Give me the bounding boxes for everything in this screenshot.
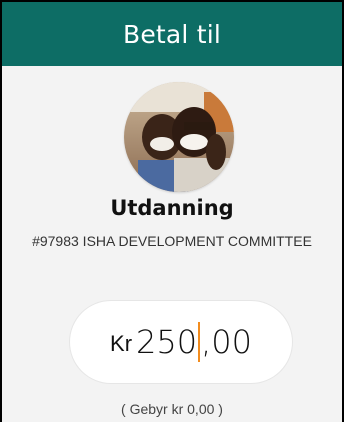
currency-label: Kr xyxy=(110,331,133,356)
recipient-id: #97983 ISHA DEVELOPMENT COMMITTEE xyxy=(32,233,312,249)
fee-text: ( Gebyr kr 0,00 ) xyxy=(121,401,223,417)
header-bar: Betal til xyxy=(2,2,342,66)
recipient-name: Utdanning xyxy=(110,196,234,220)
amount-decimal: ,00 xyxy=(201,323,252,361)
recipient-photo-icon xyxy=(124,82,234,192)
recipient-avatar xyxy=(124,82,234,192)
amount-integer: 250 xyxy=(136,323,198,361)
payment-screen: Betal til Utdanning #97983 ISHA DEVELOPM… xyxy=(0,0,344,422)
page-title: Betal til xyxy=(122,19,222,49)
amount-input[interactable]: Kr 250 ,00 xyxy=(70,301,292,383)
text-cursor xyxy=(198,322,201,362)
